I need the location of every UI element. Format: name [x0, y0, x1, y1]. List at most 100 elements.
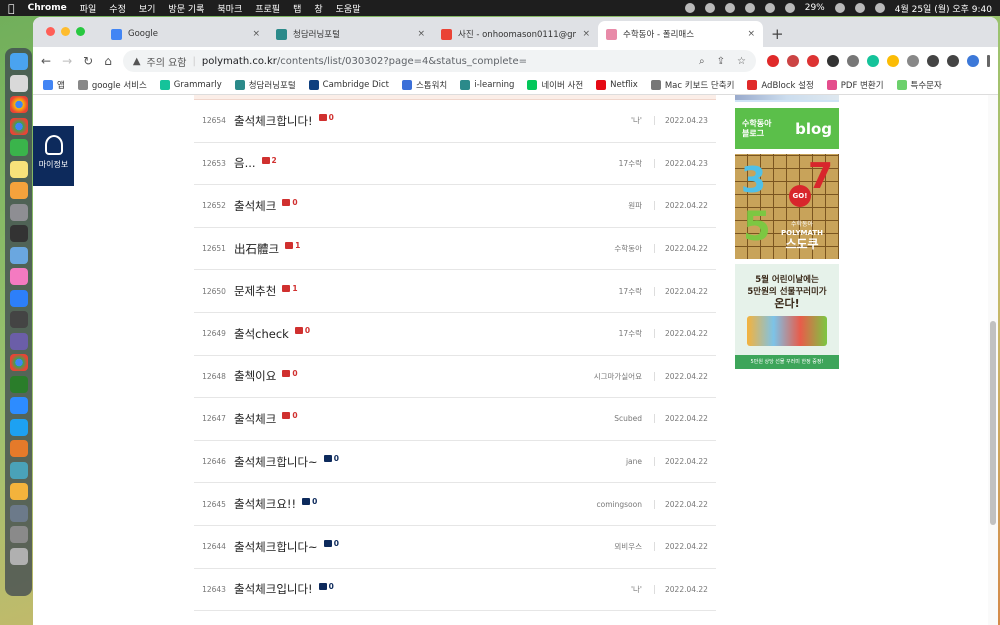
extension-icon[interactable] [787, 55, 799, 67]
twitter-icon[interactable] [9, 418, 28, 436]
launchpad-icon[interactable] [9, 74, 28, 92]
address-bar[interactable]: ▲ 주의 요함 | polymath.co.kr/contents/list/0… [122, 50, 756, 72]
share-icon[interactable]: ⇪ [717, 56, 725, 67]
table-row[interactable]: 12648 출첵이요 0 시그마가실어요 2022.04.22 [194, 356, 716, 399]
post-author[interactable]: Scubed [544, 414, 654, 423]
bookmark-item[interactable]: PDF 변환기 [826, 79, 884, 91]
bookmark-item[interactable]: 특수문자 [896, 79, 942, 91]
app-icon[interactable] [9, 526, 28, 543]
activity-icon[interactable] [9, 375, 28, 393]
extension-icon[interactable] [907, 55, 919, 67]
tab-google[interactable]: Google × [103, 21, 268, 47]
post-author[interactable]: 17수락 [544, 286, 654, 297]
sidepanel-icon[interactable] [947, 55, 959, 67]
preview-icon[interactable] [9, 246, 28, 264]
banner-edge[interactable] [735, 95, 839, 102]
close-icon[interactable]: × [582, 29, 590, 39]
post-title-link[interactable]: 출석체크합니다! [234, 113, 313, 129]
bookmark-item[interactable]: 앱 [43, 79, 65, 91]
pages-icon[interactable] [9, 182, 28, 199]
control-center-icon[interactable] [874, 3, 885, 13]
trash-icon[interactable] [9, 547, 28, 565]
more-menu-icon[interactable] [987, 55, 990, 67]
post-author[interactable]: '나' [544, 584, 654, 595]
post-title-link[interactable]: 출석체크합니다~ [234, 454, 318, 470]
post-author[interactable]: jane [544, 457, 654, 466]
menu-edit[interactable]: 수정 [109, 2, 126, 15]
table-row[interactable]: 12644 출석체크합니다~ 0 뫼비우스 2022.04.22 [194, 526, 716, 569]
table-row[interactable]: 12652 출석체크 0 원파 2022.04.22 [194, 185, 716, 228]
blog-banner[interactable]: 수학동아 블로그 blog [735, 108, 839, 149]
home-icon[interactable]: ⌂ [104, 54, 112, 68]
puzzle-icon[interactable] [927, 55, 939, 67]
app-icon[interactable] [9, 483, 28, 500]
post-author[interactable]: 뫼비우스 [544, 541, 654, 552]
menu-file[interactable]: 파일 [80, 2, 97, 15]
menu-history[interactable]: 방문 기록 [168, 2, 204, 15]
imovie-icon[interactable] [9, 332, 28, 350]
finder-icon[interactable] [9, 53, 28, 70]
bookmark-item[interactable]: google 서비스 [77, 79, 147, 91]
maximize-window-icon[interactable] [76, 27, 85, 36]
search-icon[interactable] [854, 3, 865, 13]
numbers-icon[interactable] [9, 139, 28, 156]
bookmark-item[interactable]: Cambridge Dict [308, 79, 389, 90]
minimize-window-icon[interactable] [61, 27, 70, 36]
apple-menu-icon[interactable]:  [8, 2, 15, 15]
drive-extension-icon[interactable] [887, 55, 899, 67]
close-icon[interactable]: × [417, 29, 425, 39]
chrome-icon[interactable] [9, 117, 28, 135]
status-icon[interactable] [704, 3, 715, 13]
app-name[interactable]: Chrome [28, 3, 67, 13]
post-title-link[interactable]: 문제추천 [234, 283, 276, 299]
calculator-icon[interactable] [9, 225, 28, 242]
xcode-icon[interactable] [9, 289, 28, 307]
post-title-link[interactable]: 出石體크 [234, 241, 279, 257]
profile-avatar[interactable] [967, 55, 979, 67]
post-author[interactable]: comingsoon [544, 500, 654, 509]
menu-profile[interactable]: 프로필 [255, 2, 280, 15]
notes-icon[interactable] [9, 160, 28, 178]
scrollbar-thumb[interactable] [990, 321, 996, 525]
chrome-icon[interactable] [9, 96, 28, 113]
post-title-link[interactable]: 출석체크입니다! [234, 581, 313, 597]
reload-icon[interactable]: ↻ [83, 54, 93, 68]
extension-icon[interactable] [847, 55, 859, 67]
post-title-link[interactable]: 음... [234, 155, 256, 171]
bluetooth-icon[interactable] [764, 3, 775, 13]
chrome-icon[interactable] [9, 354, 28, 371]
post-title-link[interactable]: 출석체크 [234, 411, 276, 427]
battery-icon[interactable] [784, 3, 795, 13]
warning-icon[interactable]: ▲ [133, 56, 141, 67]
app-icon[interactable] [9, 504, 28, 522]
grammarly-extension-icon[interactable] [867, 55, 879, 67]
extension-icon[interactable] [807, 55, 819, 67]
table-row[interactable]: 12651 出石體크 1 수학동아 2022.04.22 [194, 228, 716, 271]
myinfo-button[interactable]: 마이정보 [33, 126, 74, 186]
menu-window[interactable]: 창 [314, 2, 322, 15]
extension-icon[interactable] [827, 55, 839, 67]
garageband-icon[interactable] [9, 440, 28, 457]
post-title-link[interactable]: 출석check [234, 326, 289, 342]
clock[interactable]: 4월 25일 (월) 오후 9:40 [895, 2, 992, 15]
tab-chungdahm[interactable]: 청담러닝포털 × [268, 21, 433, 47]
table-row[interactable]: 12654 출석체크합니다! 0 '나' 2022.04.23 [194, 100, 716, 143]
table-row[interactable]: 12650 문제추천 1 17수락 2022.04.22 [194, 270, 716, 313]
bookmark-item[interactable]: 청담러닝포털 [234, 79, 296, 91]
status-icon[interactable] [724, 3, 735, 13]
menu-view[interactable]: 보기 [139, 2, 156, 15]
table-row[interactable]: 12646 출석체크합니다~ 0 jane 2022.04.22 [194, 441, 716, 484]
post-title-link[interactable]: 출첵이요 [234, 368, 276, 384]
settings-icon[interactable] [9, 203, 28, 221]
scrollbar[interactable] [988, 95, 998, 625]
post-author[interactable]: 17수락 [544, 328, 654, 339]
film-icon[interactable] [9, 311, 28, 328]
post-title-link[interactable]: 출석체크합니다~ [234, 539, 318, 555]
adblock-extension-icon[interactable] [767, 55, 779, 67]
menu-help[interactable]: 도움말 [336, 2, 361, 15]
table-row[interactable]: 12643 출석체크입니다! 0 '나' 2022.04.22 [194, 569, 716, 612]
bookmark-item[interactable]: 네이버 사전 [527, 79, 583, 91]
tab-polymath[interactable]: 수학동아 - 폴리매스 × [598, 21, 763, 47]
post-title-link[interactable]: 출석체크 [234, 198, 276, 214]
post-author[interactable]: 시그마가실어요 [544, 371, 654, 382]
